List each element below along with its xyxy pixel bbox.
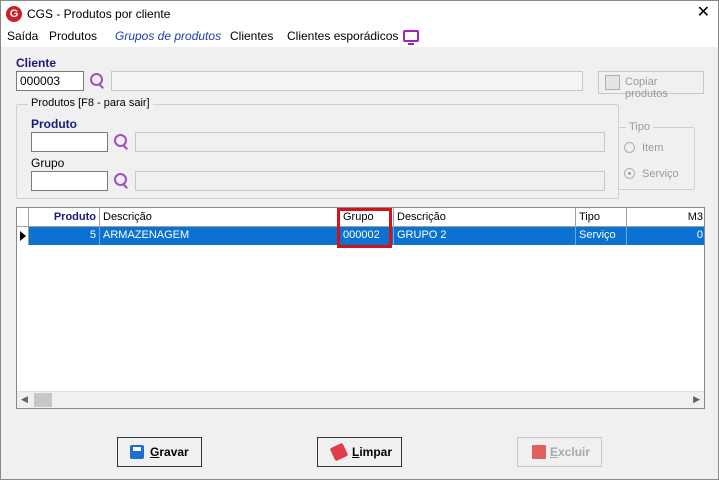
menu-grupos-de-produtos[interactable]: Grupos de produtos (115, 29, 221, 43)
produto-desc-field (135, 132, 605, 152)
eraser-icon (329, 442, 349, 462)
window-title: CGS - Produtos por cliente (27, 7, 171, 21)
monitor-icon[interactable] (403, 30, 419, 45)
copiar-produtos-label: Copiar produtos (625, 76, 668, 100)
grid-corner (17, 208, 29, 227)
gravar-label: Gravar (150, 445, 189, 459)
grupo-highlight-annotation (337, 208, 392, 248)
menu-saida[interactable]: Saída (7, 29, 38, 43)
col-m3[interactable]: M3 (627, 208, 704, 227)
gravar-button[interactable]: Gravar (117, 437, 202, 467)
produto-search-icon[interactable] (112, 133, 130, 151)
scroll-right-icon[interactable]: ▶ (693, 394, 700, 405)
col-tipo[interactable]: Tipo (576, 208, 627, 227)
grupo-label: Grupo (31, 156, 65, 170)
produtos-group-title: Produtos [F8 - para sair] (28, 97, 153, 109)
cell-tipo: Serviço (576, 227, 627, 245)
main-window: G CGS - Produtos por cliente ✕ Saída Pro… (0, 0, 719, 480)
tipo-servico-radio[interactable] (624, 168, 635, 179)
col-grupo-descricao[interactable]: Descrição (394, 208, 576, 227)
cell-m3: 0 (696, 229, 703, 241)
produto-field[interactable] (31, 132, 108, 152)
menu-clientes[interactable]: Clientes (230, 29, 273, 43)
tipo-item-radio[interactable] (624, 142, 635, 153)
menu-bar: Saída Produtos Grupos de produtos Client… (1, 27, 718, 47)
grupo-field[interactable] (31, 171, 108, 191)
scroll-thumb[interactable] (34, 393, 52, 407)
title-bar: G CGS - Produtos por cliente ✕ (1, 1, 718, 27)
tipo-group-title: Tipo (626, 121, 653, 133)
col-descricao[interactable]: Descrição (100, 208, 340, 227)
cliente-code-field[interactable]: 000003 (16, 71, 84, 91)
close-button[interactable]: ✕ (697, 4, 710, 22)
tipo-servico-label: Serviço (642, 168, 679, 180)
grupo-desc-field (135, 171, 605, 191)
produto-label: Produto (31, 117, 77, 131)
excluir-button[interactable]: Excluir (517, 437, 602, 467)
app-logo-icon: G (6, 6, 22, 22)
cliente-label: Cliente (16, 56, 57, 70)
menu-clientes-esporadicos[interactable]: Clientes esporádicos (287, 29, 398, 43)
copy-icon (605, 75, 620, 90)
scroll-left-icon[interactable]: ◀ (21, 394, 28, 405)
cliente-name-field (111, 71, 583, 91)
copiar-produtos-button[interactable]: Copiar produtos (598, 71, 704, 100)
cell-produto: 5 (29, 227, 100, 245)
trash-icon (532, 445, 546, 459)
cell-descricao: ARMAZENAGEM (100, 227, 340, 245)
excluir-label: Excluir (550, 445, 591, 459)
cliente-search-icon[interactable] (88, 72, 106, 90)
limpar-label: Limpar (352, 445, 393, 459)
col-produto[interactable]: Produto (29, 208, 100, 227)
row-indicator-icon (17, 227, 29, 245)
grupo-search-icon[interactable] (112, 172, 130, 190)
products-grid[interactable]: Produto Descrição Grupo Descrição Tipo M… (16, 207, 705, 409)
menu-produtos[interactable]: Produtos (49, 29, 97, 43)
horizontal-scrollbar[interactable]: ◀ ▶ (17, 391, 704, 408)
limpar-button[interactable]: Limpar (317, 437, 402, 467)
cell-grupo-descricao: GRUPO 2 (394, 227, 576, 245)
tipo-groupbox (618, 127, 695, 190)
save-icon (130, 445, 144, 459)
tipo-item-label: Item (642, 142, 664, 154)
